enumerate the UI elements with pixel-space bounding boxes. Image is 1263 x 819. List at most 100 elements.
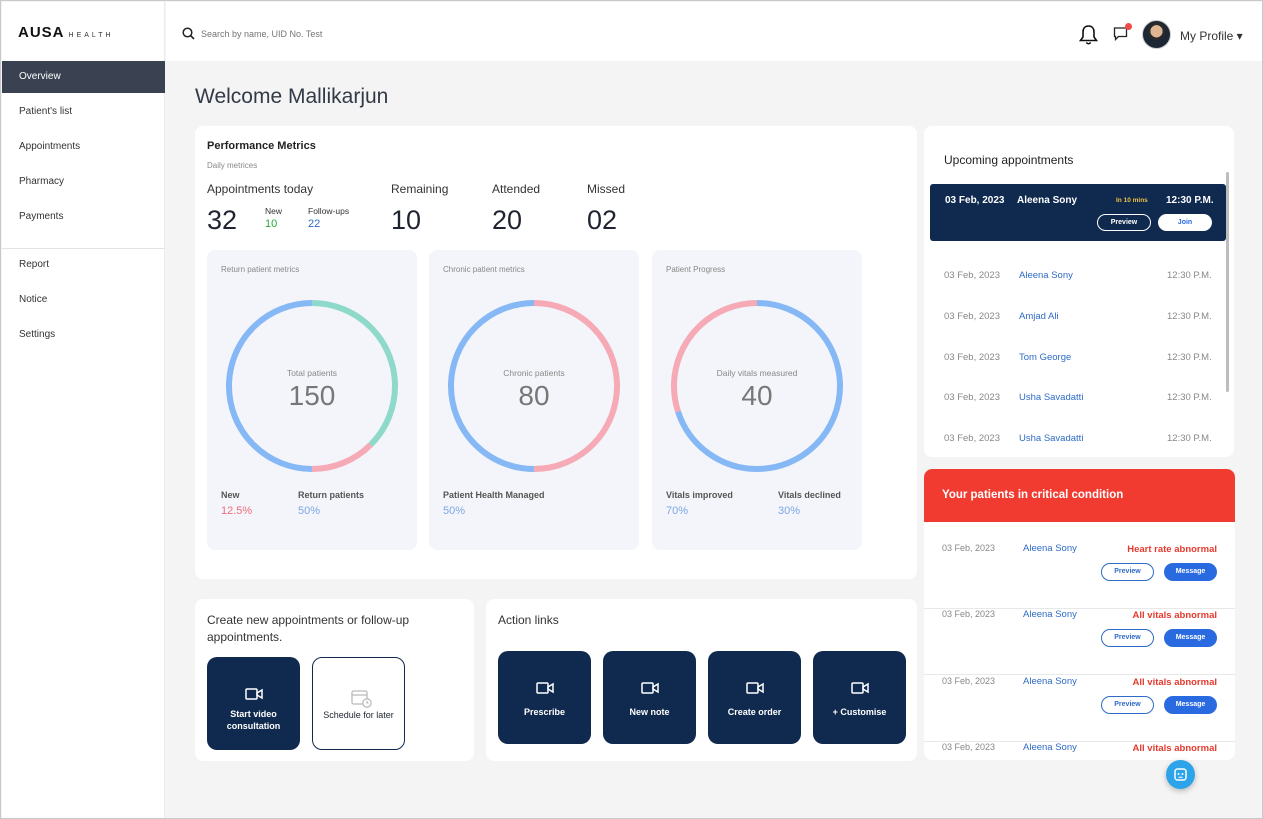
list-item[interactable]: 03 Feb, 2023 Amjad Ali 12:30 P.M.: [924, 311, 1214, 331]
ring-center-value: 40: [741, 380, 773, 411]
calendar-clock-icon: [351, 690, 372, 708]
video-camera-icon: [746, 682, 764, 694]
profile-menu[interactable]: My Profile ▾: [1180, 29, 1243, 43]
search-input[interactable]: [201, 28, 451, 39]
sidebar: AUSA HEALTH Overview Patient's list Appoi…: [2, 2, 165, 818]
list-item: 03 Feb, 2023 Aleena Sony All vitals abno…: [942, 742, 1217, 754]
performance-title: Performance Metrics: [207, 140, 316, 152]
legend-return-value: 50%: [298, 505, 321, 517]
join-button[interactable]: Join: [1158, 214, 1212, 231]
sidebar-item-pharmacy[interactable]: Pharmacy: [2, 166, 165, 198]
new-note-button[interactable]: New note: [603, 651, 696, 744]
ring-center-label: Total patients: [286, 368, 338, 378]
legend-improved-value: 70%: [666, 505, 689, 517]
status-badge: All vitals abnormal: [1132, 610, 1217, 621]
chatbot-button[interactable]: [1166, 760, 1195, 789]
sidebar-item-report[interactable]: Report: [2, 249, 165, 281]
ring-title: Patient Progress: [666, 265, 726, 274]
remaining-label: Remaining: [391, 182, 449, 196]
legend-health-managed-value: 50%: [443, 505, 466, 517]
search-icon: [182, 27, 195, 40]
performance-card: Performance Metrics Daily metrices Appoi…: [195, 126, 917, 579]
sidebar-item-appointments[interactable]: Appointments: [2, 131, 165, 163]
top-bar: My Profile ▾: [166, 2, 1262, 61]
action-links-title: Action links: [498, 613, 559, 627]
appointments-label: Appointments today: [207, 182, 314, 196]
followups-value: 22: [308, 218, 321, 230]
appointment-patient: Aleena Sony: [1017, 195, 1078, 206]
sidebar-item-notice[interactable]: Notice: [2, 284, 165, 316]
performance-subtitle: Daily metrices: [207, 161, 258, 170]
bell-icon[interactable]: [1078, 24, 1099, 46]
remaining-value: 10: [391, 205, 422, 235]
preview-button[interactable]: Preview: [1097, 214, 1151, 231]
start-video-consultation-button[interactable]: Start video consultation: [207, 657, 300, 750]
status-badge: All vitals abnormal: [1132, 677, 1217, 688]
list-item[interactable]: 03 Feb, 2023 Aleena Sony 12:30 P.M.: [924, 270, 1214, 290]
page-title: Welcome Mallikarjun: [195, 85, 389, 108]
create-title: Create new appointments or follow-up app…: [207, 613, 410, 644]
legend-new-label: New: [221, 490, 240, 500]
list-item: 03 Feb, 2023 Aleena Sony All vitals abno…: [924, 676, 1235, 742]
upcoming-title: Upcoming appointments: [944, 153, 1074, 167]
ring-center-value: 80: [518, 380, 550, 411]
avatar[interactable]: [1142, 20, 1171, 49]
robot-icon: [1174, 768, 1187, 781]
attended-label: Attended: [492, 182, 541, 196]
sidebar-item-overview[interactable]: Overview: [2, 61, 165, 93]
status-badge: Heart rate abnormal: [1127, 544, 1217, 555]
list-item[interactable]: 03 Feb, 2023 Usha Savadatti 12:30 P.M.: [924, 392, 1214, 412]
legend-new-value: 12.5%: [221, 505, 253, 517]
new-label: New: [265, 206, 283, 216]
message-button[interactable]: Message: [1164, 629, 1217, 647]
legend-declined-label: Vitals declined: [778, 490, 841, 500]
preview-button[interactable]: Preview: [1101, 629, 1154, 647]
message-button[interactable]: Message: [1164, 563, 1217, 581]
create-order-button[interactable]: Create order: [708, 651, 801, 744]
missed-value: 02: [587, 205, 618, 235]
appointment-date: 03 Feb, 2023: [945, 195, 1005, 206]
list-item: 03 Feb, 2023 Aleena Sony All vitals abno…: [924, 609, 1235, 675]
critical-title: Your patients in critical condition: [924, 469, 1235, 522]
return-patient-metrics-card: Return patient metrics Total patients 15…: [207, 250, 417, 550]
ring-title: Return patient metrics: [221, 265, 300, 274]
new-value: 10: [265, 218, 278, 230]
schedule-for-later-button[interactable]: Schedule for later: [312, 657, 405, 750]
list-item[interactable]: 03 Feb, 2023 Tom George 12:30 P.M.: [924, 352, 1214, 372]
list-item: 03 Feb, 2023 Aleena Sony Heart rate abno…: [924, 543, 1235, 609]
patient-progress-card: Patient Progress Daily vitals measured 4…: [652, 250, 862, 550]
attended-value: 20: [492, 205, 523, 235]
customise-button[interactable]: + Customise: [813, 651, 906, 744]
message-button[interactable]: Message: [1164, 696, 1217, 714]
chronic-patient-metrics-card: Chronic patient metrics Chronic patients…: [429, 250, 639, 550]
action-links-card: Action links Prescribe New note Create o…: [486, 599, 917, 761]
legend-return-label: Return patients: [298, 490, 365, 500]
legend-declined-value: 30%: [778, 505, 801, 517]
ring-title: Chronic patient metrics: [443, 265, 525, 274]
ring-center-value: 150: [288, 380, 336, 411]
preview-button[interactable]: Preview: [1101, 696, 1154, 714]
status-badge: All vitals abnormal: [1132, 743, 1217, 754]
sidebar-item-payments[interactable]: Payments: [2, 201, 165, 233]
sidebar-item-settings[interactable]: Settings: [2, 319, 165, 351]
upcoming-appointments-card: Upcoming appointments 03 Feb, 2023 Aleen…: [924, 126, 1234, 457]
create-appointments-card: Create new appointments or follow-up app…: [195, 599, 474, 761]
video-camera-icon: [641, 682, 659, 694]
active-appointment[interactable]: 03 Feb, 2023 Aleena Sony In 10 mins 12:3…: [930, 184, 1226, 241]
followups-label: Follow-ups: [308, 206, 350, 216]
sidebar-item-patients-list[interactable]: Patient's list: [2, 96, 165, 128]
app-window: AUSA HEALTH Overview Patient's list Appoi…: [0, 0, 1263, 819]
video-camera-icon: [245, 688, 263, 700]
preview-button[interactable]: Preview: [1101, 563, 1154, 581]
critical-patients-card: Your patients in critical condition 03 F…: [924, 469, 1235, 760]
chat-button[interactable]: [1113, 23, 1132, 46]
legend-improved-label: Vitals improved: [666, 490, 733, 500]
notification-dot: [1125, 23, 1132, 30]
scrollbar[interactable]: [1226, 172, 1229, 392]
legend-health-managed-label: Patient Health Managed: [443, 490, 545, 500]
video-camera-icon: [851, 682, 869, 694]
list-item[interactable]: 03 Feb, 2023 Usha Savadatti 12:30 P.M.: [924, 433, 1214, 453]
appointments-value: 32: [207, 205, 238, 235]
prescribe-button[interactable]: Prescribe: [498, 651, 591, 744]
appointment-time: 12:30 P.M.: [1166, 195, 1214, 206]
